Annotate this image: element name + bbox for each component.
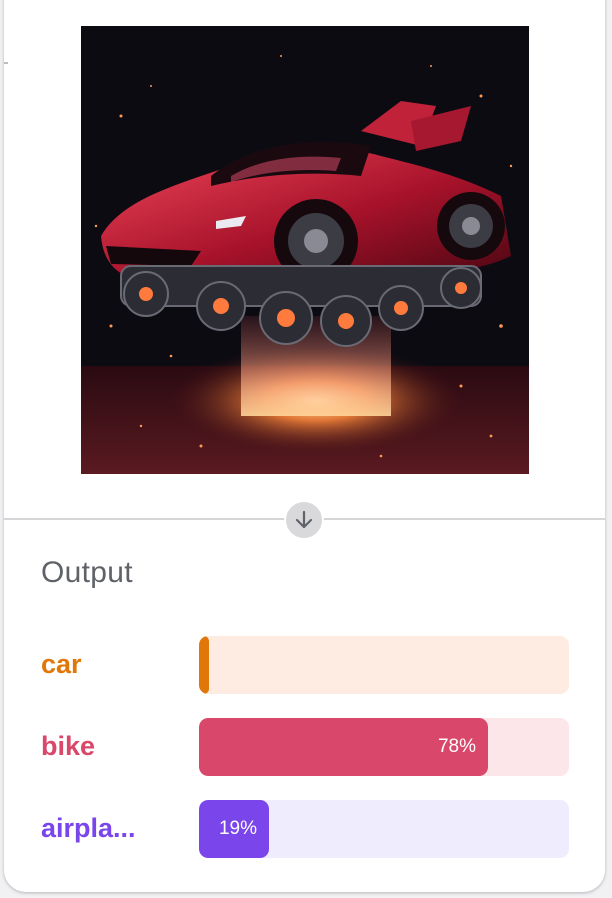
prediction-score: 19%: [218, 818, 257, 839]
prediction-bar-track: 78%: [199, 718, 569, 776]
prediction-bar-track: 19%: [199, 800, 569, 858]
divider-stub: [4, 62, 8, 64]
prediction-label: bike: [41, 731, 96, 761]
output-title: Output: [41, 556, 133, 589]
arrow-down-icon: [295, 510, 313, 529]
flying-car-illustration: [81, 26, 529, 474]
prediction-row: car: [4, 636, 605, 694]
prediction-label: car: [41, 649, 82, 679]
input-image[interactable]: [81, 26, 529, 474]
prediction-score: 78%: [437, 736, 476, 757]
prediction-row: bike 78%: [4, 718, 605, 776]
prediction-row: airpla... 19%: [4, 800, 605, 858]
prediction-bar-track: [199, 636, 569, 694]
arrow-down-button[interactable]: [284, 500, 324, 540]
prediction-bar-fill: [199, 636, 209, 694]
classifier-card: Output car bike 78% airpla... 19%: [4, 0, 605, 892]
prediction-label: airpla...: [41, 813, 136, 843]
